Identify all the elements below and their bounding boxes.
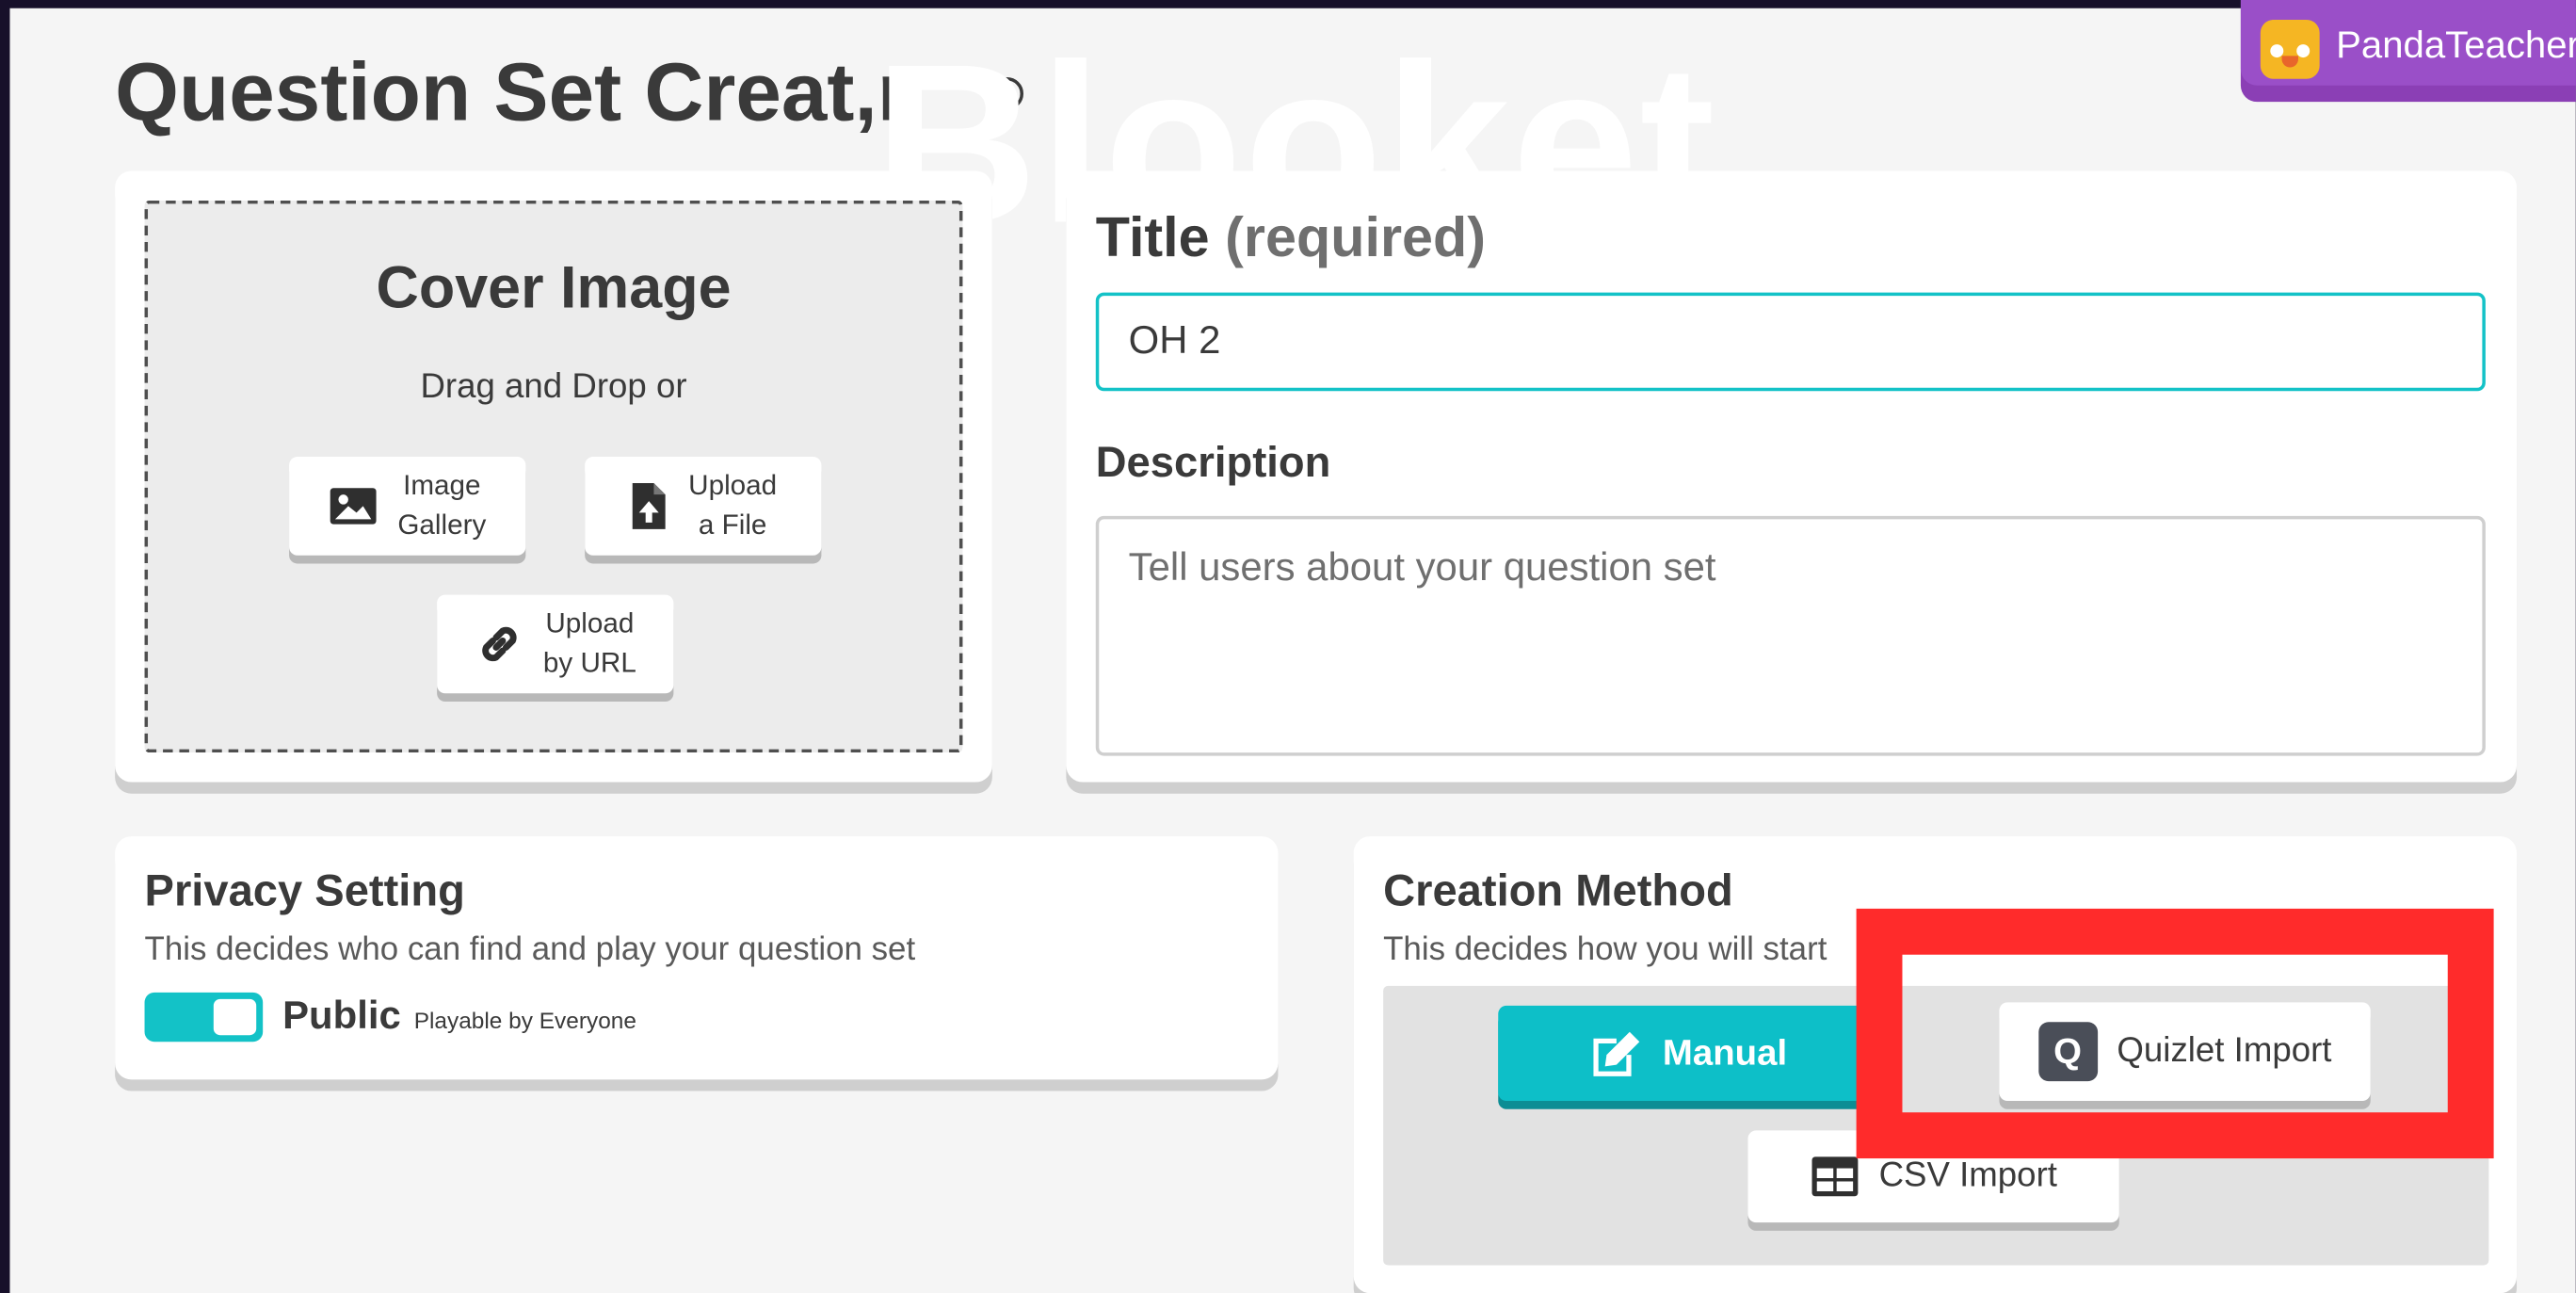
- creation-method-card: Creation Method This decides how you wil…: [1353, 836, 2518, 1293]
- bird-avatar-icon: [2260, 19, 2320, 79]
- privacy-subtitle: This decides who can find and play your …: [144, 931, 916, 968]
- cover-image-subtitle: Drag and Drop or: [420, 367, 687, 406]
- creation-method-title: Creation Method: [1383, 865, 1733, 915]
- file-upload-icon: [632, 482, 666, 529]
- upload-file-label: Upload a File: [688, 470, 778, 541]
- description-input[interactable]: [1095, 515, 2486, 756]
- title-description-card: Title (required) Description: [1066, 170, 2518, 783]
- user-menu[interactable]: PandaTeacher: [2240, 0, 2576, 103]
- csv-import-button[interactable]: CSV Import: [1747, 1130, 2119, 1223]
- cover-image-title: Cover Image: [376, 252, 732, 321]
- quizlet-import-button[interactable]: Q Quizlet Import: [1999, 1002, 2371, 1102]
- upload-file-button[interactable]: Upload a File: [585, 457, 822, 556]
- link-icon: [481, 626, 516, 662]
- quizlet-import-label: Quizlet Import: [2117, 1032, 2332, 1071]
- manual-label: Manual: [1662, 1031, 1788, 1074]
- privacy-title: Privacy Setting: [144, 865, 465, 915]
- image-gallery-label: Image Gallery: [397, 470, 487, 541]
- title-label: Title (required): [1095, 206, 1487, 270]
- question-set-creator-page: Question Set Creat,r ? Blooket PandaTeac…: [9, 0, 2576, 1293]
- creation-method-options: Manual Q Quizlet Import CSV Import: [1383, 985, 2489, 1266]
- manual-button[interactable]: Manual: [1498, 1005, 1876, 1102]
- csv-import-label: CSV Import: [1878, 1156, 2057, 1195]
- table-icon: [1811, 1156, 1858, 1197]
- image-gallery-button[interactable]: Image Gallery: [289, 457, 526, 556]
- privacy-setting-card: Privacy Setting This decides who can fin…: [115, 836, 1279, 1080]
- edit-icon: [1593, 1031, 1640, 1076]
- privacy-public-description: Playable by Everyone: [413, 1007, 636, 1034]
- page-title: Question Set Creat,r: [115, 45, 910, 138]
- image-icon: [330, 488, 377, 525]
- privacy-toggle[interactable]: [144, 992, 264, 1042]
- upload-url-button[interactable]: Upload by URL: [437, 594, 674, 694]
- upload-url-label: Upload by URL: [542, 607, 636, 679]
- privacy-public-label: Public: [282, 994, 401, 1039]
- user-name: PandaTeacher: [2336, 23, 2576, 66]
- quizlet-icon: Q: [2037, 1022, 2098, 1082]
- creation-method-subtitle: This decides how you will start: [1383, 931, 1827, 968]
- description-label: Description: [1095, 437, 1331, 487]
- cover-image-dropzone[interactable]: Cover Image Drag and Drop or Image Galle…: [144, 200, 963, 753]
- title-input[interactable]: [1095, 292, 2486, 392]
- cover-image-card: Cover Image Drag and Drop or Image Galle…: [115, 170, 992, 783]
